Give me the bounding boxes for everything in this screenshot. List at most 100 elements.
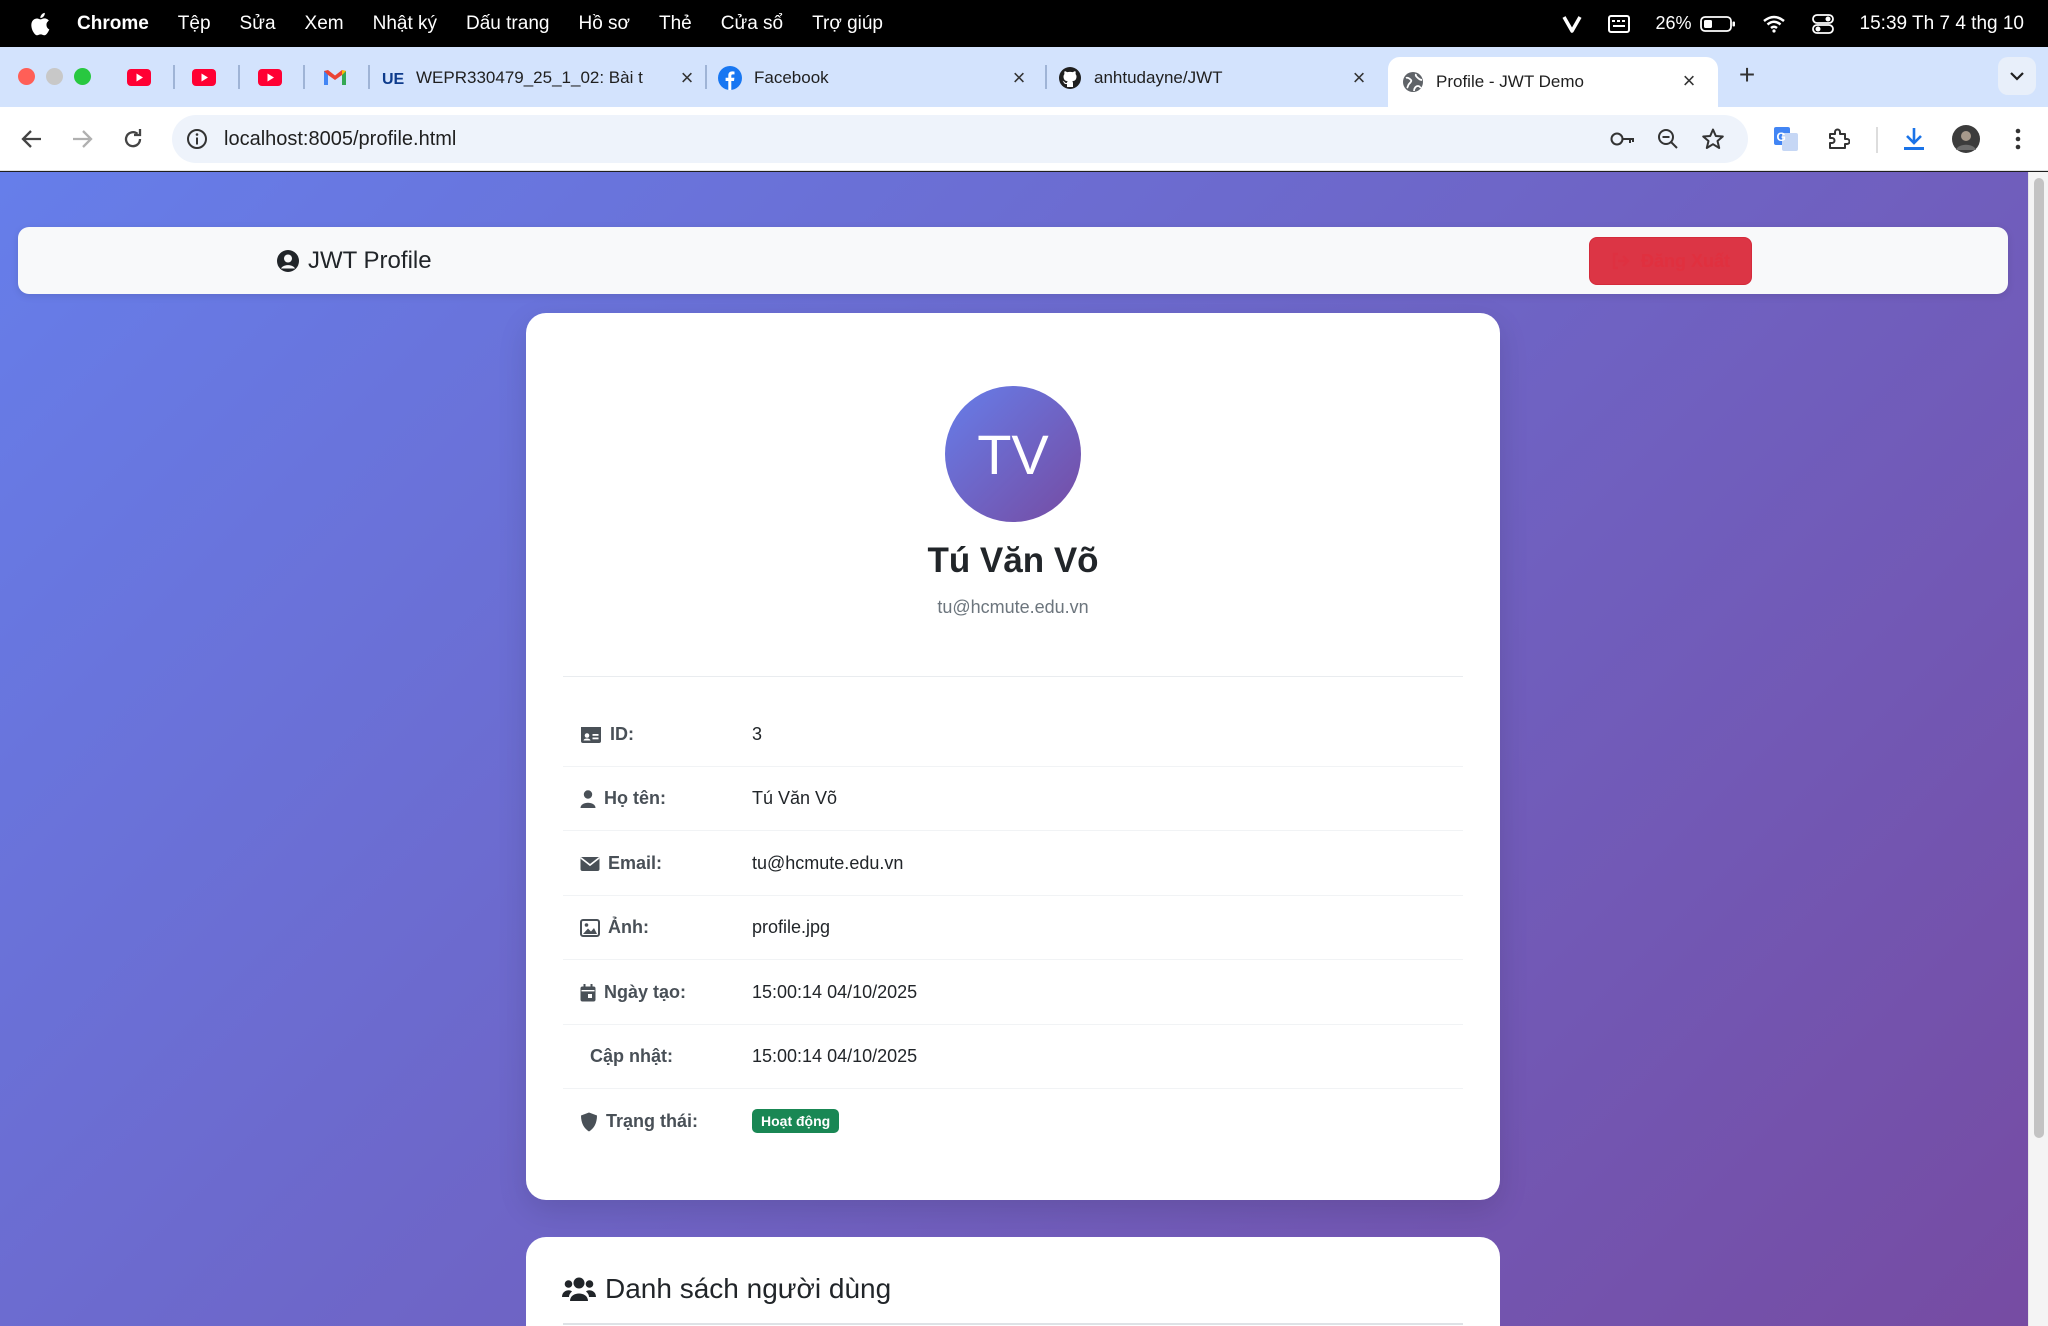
menu-history[interactable]: Nhật ký [373,13,437,35]
info-row-status: Trạng thái: Hoạt động [563,1090,1463,1154]
menu-help[interactable]: Trợ giúp [812,13,883,35]
tab-separator [238,65,240,89]
zoom-button[interactable] [1653,124,1683,154]
tab-facebook[interactable]: Facebook × [718,57,1034,99]
keyboard-input-icon[interactable] [1607,14,1630,33]
info-row-email: Email: tu@hcmute.edu.vn [563,832,1463,896]
browser-toolbar: localhost:8005/profile.html G [0,107,2048,171]
tab-label: Facebook [754,68,829,87]
tab-close-button[interactable]: × [1348,67,1370,89]
profile-email: tu@hcmute.edu.vn [937,597,1089,617]
svg-text:UE: UE [382,71,405,88]
downloads-button[interactable] [1898,123,1930,155]
password-key-button[interactable] [1608,124,1638,154]
vivaldi-v-icon[interactable] [1561,14,1582,34]
menubar-clock[interactable]: 15:39 Th 7 4 thg 10 [1860,13,2024,35]
menu-edit[interactable]: Sửa [240,13,276,35]
control-center-icon[interactable] [1811,13,1834,34]
tab-separator [303,65,305,89]
avatar [1952,125,1980,153]
apple-icon[interactable] [29,12,51,36]
globe-icon [1403,72,1423,92]
info-label-text: Ảnh: [608,917,649,937]
url-text[interactable]: localhost:8005/profile.html [224,128,456,151]
info-label-text: ID: [610,724,634,744]
bookmark-button[interactable] [1698,124,1728,154]
tab-label: anhtudayne/JWT [1094,68,1223,87]
info-label-text: Ngày tạo: [604,982,687,1002]
info-value-status: Hoạt động [752,1109,840,1135]
info-label-text: Email: [608,853,663,873]
chrome-menu-button[interactable] [2002,123,2034,155]
menu-app-name[interactable]: Chrome [77,13,149,35]
tab-course[interactable]: UE WEPR330479_25_1_02: Bài t × [378,57,700,99]
navbar-brand[interactable]: JWT Profile [276,247,432,275]
users-list-card: Danh sách người dùng [526,1237,1500,1326]
puzzle-icon [1829,128,1850,149]
users-list-title: Danh sách người dùng [562,1273,891,1305]
info-label: Ảnh: [580,917,649,938]
toolbar-divider [1876,127,1878,153]
profile-avatar-button[interactable] [1950,123,1982,155]
tab-separator [705,65,707,89]
pinned-tab-gmail[interactable] [319,61,351,93]
envelope-icon [580,856,600,871]
info-value-email: tu@hcmute.edu.vn [752,853,904,873]
info-label-text: Họ tên: [604,788,666,808]
tab-search-button[interactable] [1998,57,2036,95]
youtube-icon [127,68,151,86]
page-viewport: JWT Profile Đăng Xuất TV Tú Văn Võ tu@hc… [0,172,2048,1326]
menu-file[interactable]: Tệp [178,13,211,35]
download-icon [1904,128,1924,150]
pinned-tab-youtube-3[interactable] [254,61,286,93]
ute-icon: UE [382,71,405,88]
forward-button[interactable] [66,123,98,155]
menu-profiles[interactable]: Hồ sơ [578,13,630,35]
wifi-icon[interactable] [1762,15,1786,33]
tab-github[interactable]: anhtudayne/JWT × [1058,57,1374,99]
divider [563,1323,1463,1325]
tab-profile-active[interactable]: Profile - JWT Demo × [1388,57,1718,107]
site-info-icon[interactable] [186,128,208,150]
youtube-icon [258,68,282,86]
menu-window[interactable]: Cửa sổ [721,13,783,35]
battery-status[interactable]: 26% [1656,13,1736,34]
tab-close-button[interactable]: × [1008,67,1030,89]
zoom-out-icon [1658,129,1678,149]
info-value-fullname: Tú Văn Võ [752,788,838,808]
logout-button[interactable]: Đăng Xuất [1589,237,1752,285]
gmail-icon [324,70,346,85]
info-value-updated: 15:00:14 04/10/2025 [752,1046,918,1066]
profile-name: Tú Văn Võ [927,541,1099,580]
address-bar[interactable]: localhost:8005/profile.html [172,115,1748,163]
profile-card: TV Tú Văn Võ tu@hcmute.edu.vn ID: 3 Họ t… [526,313,1500,1200]
window-close-button[interactable] [18,68,35,85]
tab-close-button[interactable]: × [1678,70,1700,92]
users-icon [562,1277,596,1301]
window-minimize-button[interactable] [46,68,63,85]
reload-button[interactable] [117,123,149,155]
translate-extension-button[interactable]: G [1770,123,1802,155]
tab-separator [1045,65,1047,89]
pinned-tab-youtube-2[interactable] [188,61,220,93]
facebook-icon [718,66,742,90]
pinned-tab-youtube-1[interactable] [123,61,155,93]
extensions-button[interactable] [1822,123,1854,155]
star-icon [1702,128,1724,149]
users-list-title-text: Danh sách người dùng [605,1273,892,1304]
scrollbar-thumb[interactable] [2034,178,2044,1138]
key-icon [1610,132,1634,146]
id-card-icon [581,726,601,743]
menu-tab[interactable]: Thẻ [659,13,692,35]
tab-close-button[interactable]: × [676,67,698,89]
brand-label: JWT Profile [308,247,432,274]
back-button[interactable] [16,123,48,155]
menu-view[interactable]: Xem [305,13,344,35]
page-scrollbar[interactable] [2028,172,2048,1326]
menu-bookmarks[interactable]: Dấu trang [466,13,549,35]
window-zoom-button[interactable] [74,68,91,85]
new-tab-button[interactable]: + [1733,61,1761,89]
info-label: Trạng thái: [580,1111,698,1132]
shield-icon [581,1112,597,1131]
browser-tab-strip: UE WEPR330479_25_1_02: Bài t × Facebook … [0,47,2048,107]
